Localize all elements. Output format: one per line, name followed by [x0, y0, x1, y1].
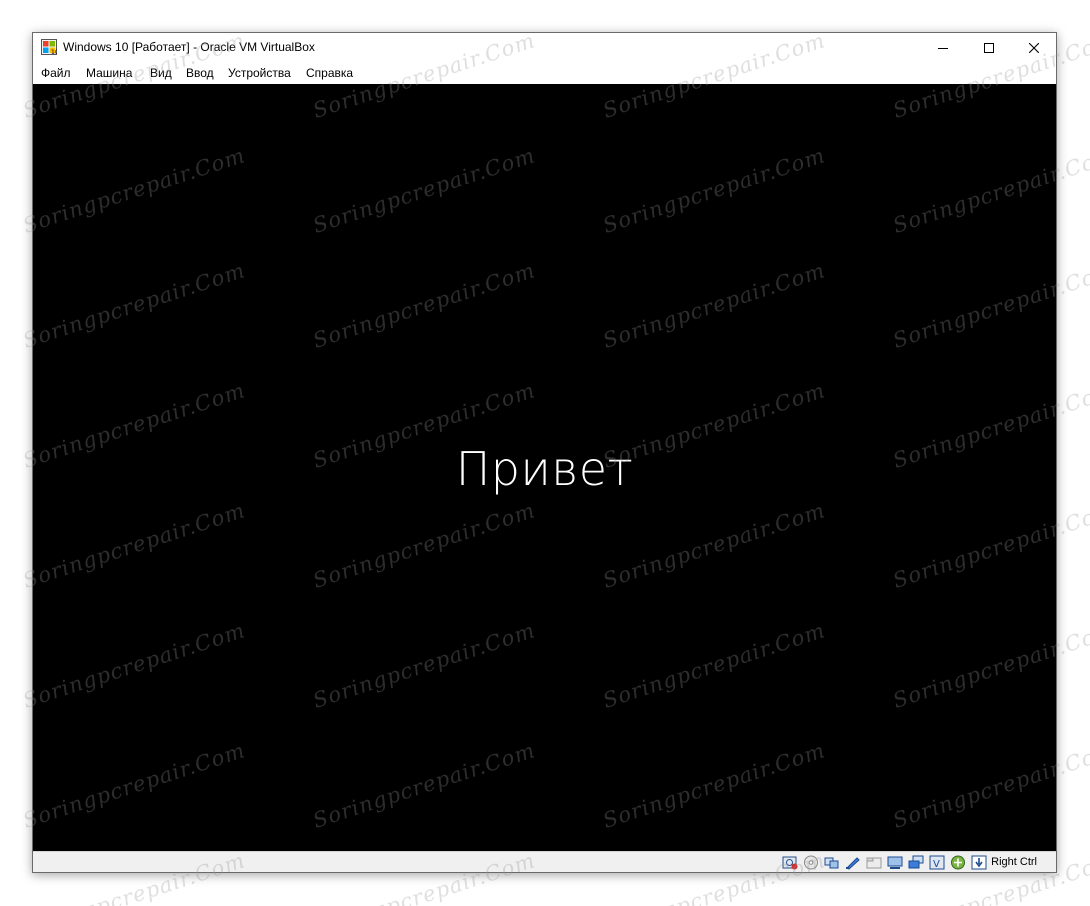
close-icon — [1029, 43, 1039, 53]
keyboard-capture-icon[interactable] — [971, 855, 987, 870]
svg-text:V: V — [933, 859, 940, 870]
optical-drive-icon[interactable] — [803, 855, 819, 870]
menu-devices[interactable]: Устройства — [228, 66, 291, 80]
menu-bar: Файл Машина Вид Ввод Устройства Справка — [33, 63, 1056, 83]
cpu-vtx-icon[interactable] — [950, 855, 966, 870]
display-icon[interactable] — [908, 855, 924, 870]
menu-input[interactable]: Ввод — [186, 66, 214, 80]
windows-10-guest-icon: 10 — [41, 39, 59, 56]
status-bar: V Right Ctrl — [33, 851, 1056, 872]
minimize-icon — [938, 43, 948, 53]
maximize-button[interactable] — [966, 33, 1012, 63]
shared-folders-icon[interactable] — [887, 855, 903, 870]
title-bar[interactable]: 10 Windows 10 [Работает] - Oracle VM Vir… — [33, 33, 1056, 63]
menu-help[interactable]: Справка — [306, 66, 353, 80]
close-button[interactable] — [1011, 33, 1057, 63]
video-capture-icon[interactable]: V — [929, 855, 945, 870]
host-key-label: Right Ctrl — [991, 856, 1037, 868]
welcome-greeting: Привет — [455, 442, 634, 496]
hard-disk-icon[interactable] — [782, 855, 798, 870]
menu-view[interactable]: Вид — [150, 66, 172, 80]
window-title: Windows 10 [Работает] - Oracle VM Virtua… — [63, 40, 315, 54]
usb-icon[interactable] — [866, 855, 882, 870]
menu-machine[interactable]: Машина — [86, 66, 132, 80]
network-icon[interactable] — [845, 855, 861, 870]
virtualbox-window: 10 Windows 10 [Работает] - Oracle VM Vir… — [32, 32, 1057, 873]
menu-file[interactable]: Файл — [41, 66, 71, 80]
audio-icon[interactable] — [824, 855, 840, 870]
svg-text:10: 10 — [51, 49, 57, 55]
minimize-button[interactable] — [920, 33, 966, 63]
vm-display[interactable]: Привет — [33, 84, 1056, 851]
maximize-icon — [984, 43, 994, 53]
